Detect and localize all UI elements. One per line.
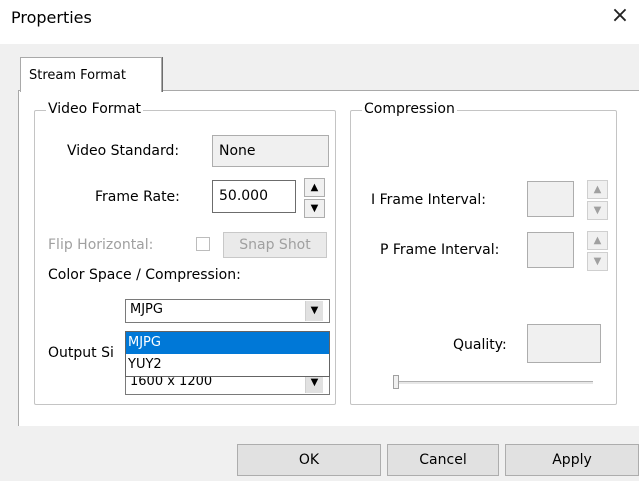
- i-frame-down-button[interactable]: ▼: [587, 201, 608, 220]
- ok-button[interactable]: OK: [237, 444, 381, 476]
- color-space-dropdown-list[interactable]: MJPG YUY2: [125, 331, 330, 377]
- close-icon[interactable]: ×: [608, 4, 632, 28]
- i-frame-up-button[interactable]: ▲: [587, 180, 608, 199]
- p-frame-interval-field: [527, 232, 574, 268]
- video-format-legend: Video Format: [46, 101, 144, 117]
- dropdown-option-yuy2[interactable]: YUY2: [126, 354, 329, 376]
- dropdown-option-mjpg[interactable]: MJPG: [126, 332, 329, 354]
- tab-stream-format[interactable]: Stream Format: [20, 57, 162, 92]
- output-size-label: Output Si: [48, 345, 114, 361]
- chevron-down-icon[interactable]: ▼: [305, 301, 323, 321]
- p-frame-up-button[interactable]: ▲: [587, 231, 608, 250]
- flip-horizontal-label: Flip Horizontal:: [48, 237, 154, 253]
- tab-label: Stream Format: [29, 68, 126, 83]
- quality-label: Quality:: [453, 337, 507, 353]
- video-standard-label: Video Standard:: [67, 143, 180, 159]
- flip-horizontal-checkbox[interactable]: [196, 237, 210, 251]
- i-frame-interval-label: I Frame Interval:: [371, 192, 486, 208]
- cancel-button[interactable]: Cancel: [387, 444, 499, 476]
- video-standard-field: None: [212, 135, 329, 167]
- p-frame-down-button[interactable]: ▼: [587, 252, 608, 271]
- spin-down-icon: ▼: [593, 256, 602, 267]
- snap-shot-button[interactable]: Snap Shot: [223, 232, 327, 258]
- frame-rate-down-button[interactable]: ▼: [304, 199, 325, 218]
- color-space-selected: MJPG: [130, 302, 163, 317]
- apply-button[interactable]: Apply: [505, 444, 639, 476]
- color-space-select[interactable]: MJPG: [125, 299, 330, 323]
- frame-rate-input[interactable]: 50.000: [212, 180, 296, 213]
- frame-rate-up-button[interactable]: ▲: [304, 178, 325, 197]
- spin-up-icon: ▲: [593, 235, 602, 246]
- spin-down-icon: ▼: [310, 203, 319, 214]
- spin-down-icon: ▼: [593, 205, 602, 216]
- quality-field: [527, 324, 601, 363]
- spin-up-icon: ▲: [310, 182, 319, 193]
- quality-slider-track[interactable]: [393, 381, 593, 384]
- color-space-label: Color Space / Compression:: [48, 267, 241, 283]
- window-title: Properties: [11, 8, 92, 27]
- frame-rate-label: Frame Rate:: [95, 189, 180, 205]
- i-frame-interval-field: [527, 181, 574, 217]
- quality-slider-thumb[interactable]: [393, 375, 399, 389]
- compression-legend: Compression: [362, 101, 457, 117]
- spin-up-icon: ▲: [593, 184, 602, 195]
- p-frame-interval-label: P Frame Interval:: [380, 242, 500, 258]
